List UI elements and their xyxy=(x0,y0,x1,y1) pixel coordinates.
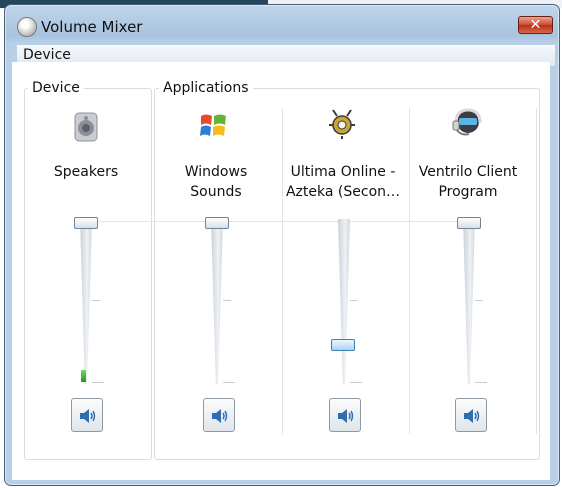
channel-label-line2: Sounds xyxy=(190,184,242,200)
window-title: Volume Mixer xyxy=(41,18,143,36)
headset-icon xyxy=(452,108,482,136)
mixer-content: Device Applications Speakers Windows Sou… xyxy=(12,62,550,480)
menu-device[interactable]: Device xyxy=(23,47,71,63)
slider-guide-line xyxy=(84,221,480,222)
volume-slider-track[interactable] xyxy=(463,219,475,384)
mute-button[interactable] xyxy=(203,398,235,432)
speaker-icon xyxy=(74,112,98,142)
volume-slider-track[interactable] xyxy=(338,219,350,384)
channel-label-line1: Speakers xyxy=(53,164,119,180)
column-separator xyxy=(409,108,410,434)
mute-button[interactable] xyxy=(455,398,487,432)
slider-tick xyxy=(223,382,235,383)
applications-group-title: Applications xyxy=(159,80,253,96)
volume-slider-thumb[interactable] xyxy=(74,217,98,229)
mute-button[interactable] xyxy=(71,398,103,432)
slider-tick xyxy=(92,300,100,301)
speaker-volume-icon xyxy=(212,409,228,423)
mute-button[interactable] xyxy=(329,398,361,432)
device-group-title: Device xyxy=(28,80,84,96)
volume-mixer-app-icon xyxy=(17,17,37,37)
slider-tick xyxy=(350,300,358,301)
speaker-volume-icon xyxy=(464,409,480,423)
slider-tick xyxy=(475,300,483,301)
close-button[interactable]: ✕ xyxy=(518,16,553,34)
windows-flag-icon xyxy=(200,114,226,136)
volume-slider-thumb[interactable] xyxy=(205,217,229,229)
volume-slider-track[interactable] xyxy=(211,219,223,384)
slider-tick xyxy=(223,300,231,301)
ultima-online-icon xyxy=(329,109,355,139)
peak-meter xyxy=(81,370,86,382)
slider-tick xyxy=(92,382,104,383)
column-separator xyxy=(282,108,283,434)
slider-tick xyxy=(350,382,362,383)
volume-slider-thumb[interactable] xyxy=(457,217,481,229)
volume-slider-thumb[interactable] xyxy=(331,339,355,351)
volume-slider-track[interactable] xyxy=(80,219,92,384)
channel-label-line1: Ultima Online - xyxy=(290,164,396,180)
channel-label-line1: Ventrilo Client xyxy=(418,164,518,180)
speaker-volume-icon xyxy=(80,409,96,423)
channel-label-line2: Azteka (Secon… xyxy=(285,184,401,200)
channel-label-line2: Program xyxy=(438,184,498,200)
column-separator xyxy=(536,108,537,434)
speaker-volume-icon xyxy=(338,409,354,423)
slider-tick xyxy=(475,382,487,383)
channel-label-line1: Windows xyxy=(184,164,248,180)
